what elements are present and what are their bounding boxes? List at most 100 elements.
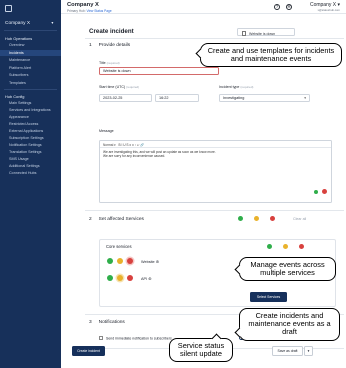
send-notification-label: Send immediate notification to subscribe… xyxy=(106,336,172,341)
text-style-select[interactable]: Normal xyxy=(103,143,113,147)
sidebar-company-name: Company X xyxy=(5,21,31,26)
help-icon[interactable]: ? xyxy=(274,4,280,10)
callout-templates: Create and use templates for incidents a… xyxy=(200,43,342,68)
sidebar-item-subscribers[interactable]: Subscribers xyxy=(9,73,28,77)
sidebar-item-subscription-settings[interactable]: Subscription Settings xyxy=(9,136,44,140)
service-name-api: API ⊛ xyxy=(141,276,151,281)
save-options-dropdown[interactable]: ▾ xyxy=(304,346,313,356)
save-as-draft-button[interactable]: Save as draft xyxy=(272,346,303,356)
api-operational-icon[interactable] xyxy=(107,275,113,281)
api-degraded-icon[interactable] xyxy=(117,275,123,281)
api-outage-icon[interactable] xyxy=(127,275,133,281)
select-services-button[interactable]: Select Services xyxy=(250,292,287,302)
date-input[interactable]: 2023-02-25 xyxy=(99,93,152,102)
sidebar-item-restricted-access[interactable]: Restricted Access xyxy=(9,122,38,126)
sidebar-item-sms-usage[interactable]: SMS Usage xyxy=(9,157,29,161)
required-hint: (required) xyxy=(106,61,120,65)
date-input-value: 2023-02-25 xyxy=(103,96,123,101)
section-title: Notifications xyxy=(98,320,125,325)
user-menu[interactable]: Company X ▾ x@statushub.com xyxy=(310,2,340,12)
info-icon: ⊛ xyxy=(148,277,152,281)
editor-toolbar: Normal ▾ B I U S ≡ ≡ ⁝ ↩ 🔗 xyxy=(100,141,331,148)
sidebar-item-services[interactable]: Services and Integrations xyxy=(9,108,51,112)
sidebar-item-overview[interactable]: Overview xyxy=(9,43,24,47)
status-legend-operational-icon xyxy=(238,216,243,221)
title-label-text: Title xyxy=(99,61,106,65)
callout-manage-services: Manage events across multiple services xyxy=(239,257,336,282)
section-title: Provide details xyxy=(98,43,131,48)
required-hint: (required) xyxy=(126,85,140,89)
message-text[interactable]: We are investigating this, and we will p… xyxy=(100,148,331,161)
sidebar-item-main-settings[interactable]: Main Settings xyxy=(9,101,31,105)
send-notification-row: Send immediate notification to subscribe… xyxy=(99,336,172,341)
sidebar-company-switcher[interactable]: Company X ▾ xyxy=(5,20,53,26)
title-input-value: Website is down xyxy=(103,69,131,74)
app-root: Company X ▾ Hub Operations Overview Inci… xyxy=(0,0,346,368)
sidebar-item-connected-hubs[interactable]: Connected Hubs xyxy=(9,171,36,175)
sidebar-item-maintenance[interactable]: Maintenance xyxy=(9,58,30,62)
user-email: x@statushub.com xyxy=(317,8,340,12)
send-notification-checkbox[interactable] xyxy=(99,336,103,340)
create-incident-button[interactable]: Create incident xyxy=(72,346,105,356)
section-notifications: 3 Notifications xyxy=(89,320,125,325)
sidebar-item-incidents[interactable]: Incidents xyxy=(9,51,24,55)
page-title: Create incident xyxy=(89,28,134,35)
sidebar-divider xyxy=(4,89,57,90)
chevron-down-icon: ▾ xyxy=(304,95,306,100)
editor-extra-icons xyxy=(313,181,327,199)
website-operational-icon[interactable] xyxy=(107,258,113,264)
status-legend-outage-icon xyxy=(270,216,275,221)
chevron-down-icon: ▾ xyxy=(114,142,116,147)
group-outage-icon[interactable] xyxy=(299,244,304,249)
view-status-page-link[interactable]: View Status Page xyxy=(87,9,112,13)
sidebar-divider xyxy=(4,30,57,31)
incident-type-label: Incident type (required) xyxy=(219,85,253,89)
header-title: Company X xyxy=(67,2,99,8)
service-name: Website xyxy=(141,260,155,264)
divider xyxy=(85,38,344,39)
menu-icon[interactable] xyxy=(5,5,12,12)
group-degraded-icon[interactable] xyxy=(283,244,288,249)
section-affected-services: 2 Set affected Services xyxy=(89,217,144,222)
time-input[interactable]: 16:22 xyxy=(155,93,199,102)
website-degraded-icon[interactable] xyxy=(117,258,123,264)
sidebar-item-translation-settings[interactable]: Translation Settings xyxy=(9,150,41,154)
sidebar-item-additional-settings[interactable]: Additional Settings xyxy=(9,164,40,168)
sidebar-item-appearance[interactable]: Appearance xyxy=(9,115,29,119)
group-operational-icon[interactable] xyxy=(267,244,272,249)
status-legend-degraded-icon xyxy=(254,216,259,221)
section-provide-details: 1 Provide details xyxy=(89,43,130,48)
gear-icon[interactable]: ✲ xyxy=(286,4,292,10)
start-time-label: Start time (UTC) (required) xyxy=(99,85,139,89)
sidebar-section-hub-operations: Hub Operations xyxy=(5,36,33,41)
template-select[interactable]: Website is down xyxy=(237,28,295,36)
website-outage-icon[interactable] xyxy=(127,258,133,264)
title-input[interactable]: Website is down xyxy=(99,66,219,75)
header-subtitle: Primary Hub: View Status Page xyxy=(67,9,112,13)
message-label: Message xyxy=(99,129,114,133)
sidebar: Company X ▾ Hub Operations Overview Inci… xyxy=(0,0,61,368)
divider xyxy=(85,210,344,211)
message-editor[interactable]: Normal ▾ B I U S ≡ ≡ ⁝ ↩ 🔗 We are invest… xyxy=(99,140,332,203)
sidebar-item-notification-settings[interactable]: Notification Settings xyxy=(9,143,42,147)
section-number: 1 xyxy=(89,43,92,48)
sidebar-item-platform-alert[interactable]: Platform Alert xyxy=(9,66,31,70)
incident-type-select[interactable]: Investigating ▾ xyxy=(219,93,310,102)
message-line: We are sorry for any inconvenience cause… xyxy=(103,154,166,159)
section-number: 3 xyxy=(89,320,92,325)
start-time-label-text: Start time (UTC) xyxy=(99,85,126,89)
sidebar-item-templates[interactable]: Templates xyxy=(9,81,26,85)
sidebar-item-external-applications[interactable]: External Applications xyxy=(9,129,43,133)
grammarly-icon[interactable] xyxy=(322,189,327,194)
chevron-down-icon: ▾ xyxy=(51,20,54,25)
section-number: 2 xyxy=(89,217,92,222)
grammar-icon[interactable] xyxy=(313,190,318,194)
formatting-tools[interactable]: B I U S ≡ ≡ ⁝ ↩ 🔗 xyxy=(118,143,144,147)
chevron-down-icon: ▾ xyxy=(307,349,310,353)
incident-type-value: Investigating xyxy=(223,96,245,101)
sidebar-section-hub-config: Hub Config xyxy=(5,94,25,99)
top-header: Company X Primary Hub: View Status Page … xyxy=(61,0,346,14)
service-name: API xyxy=(141,277,148,281)
clear-all-link[interactable]: Clear all xyxy=(293,217,306,221)
title-label: Title (required) xyxy=(99,61,120,65)
